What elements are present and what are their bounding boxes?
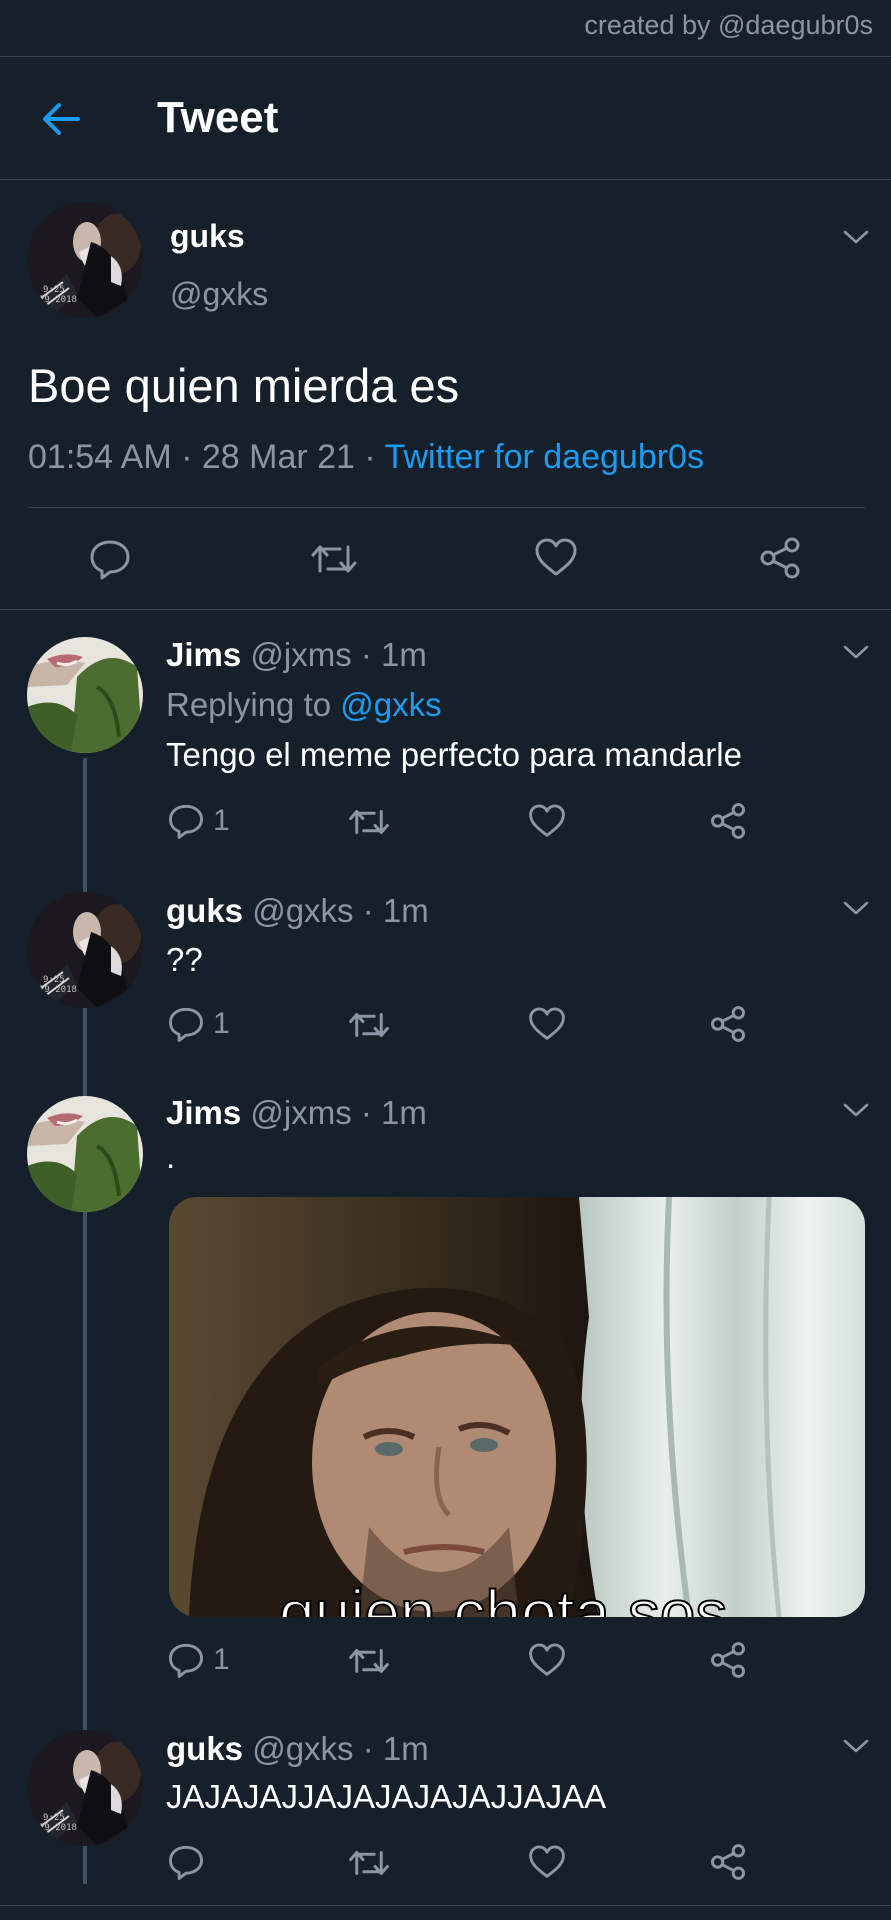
watermark: created by @daegubr0s (584, 10, 873, 40)
tweet-text: . (166, 1138, 176, 1175)
avatar-stamp: 29 2018 (39, 295, 77, 305)
tweet-meta: 01:54 AM · 28 Mar 21 · Twitter for daegu… (28, 438, 704, 477)
reply-icon (168, 1007, 204, 1042)
meme-caption: quien chota sos (279, 1577, 727, 1617)
reply-header: guks @gxks · 1m (166, 892, 429, 930)
retweet-icon[interactable] (348, 1645, 390, 1677)
tweet-source-link[interactable]: Twitter for daegubr0s (385, 438, 704, 476)
reply-header: Jims @jxms · 1m (166, 636, 427, 674)
reply-header: Jims @jxms · 1m (166, 1094, 427, 1132)
avatar[interactable] (27, 1096, 143, 1212)
page-title: Tweet (157, 93, 279, 142)
tweet-text: ?? (166, 941, 203, 978)
reply-count: 1 (213, 1007, 230, 1040)
meta-separator: · (171, 438, 202, 476)
retweet-icon[interactable] (348, 806, 390, 838)
author-name[interactable]: guks (166, 892, 243, 929)
author-handle[interactable]: @gxks (252, 1730, 353, 1767)
meta-separator: · (353, 1730, 383, 1767)
reply-icon (168, 1643, 204, 1678)
author-name[interactable]: guks (166, 1730, 243, 1767)
reply-count: 1 (213, 804, 230, 837)
tweet-age: 1m (381, 636, 427, 673)
author-handle[interactable]: @jxms (250, 1094, 351, 1131)
author-name[interactable]: guks (170, 218, 245, 255)
avatar[interactable]: 9:25 29 2018 (27, 892, 143, 1008)
replying-to-label: Replying to (166, 686, 341, 723)
divider (0, 1905, 891, 1906)
share-icon[interactable] (709, 802, 747, 840)
share-icon[interactable] (709, 1843, 747, 1881)
replying-to: Replying to @gxks (166, 686, 442, 724)
avatar[interactable] (27, 637, 143, 753)
reply-icon[interactable] (167, 1843, 205, 1881)
share-icon[interactable] (709, 1641, 747, 1679)
reply-header: guks @gxks · 1m (166, 1730, 429, 1768)
author-handle[interactable]: @jxms (250, 636, 351, 673)
author-handle[interactable]: @gxks (252, 892, 353, 929)
divider (0, 56, 891, 57)
arrow-left-icon[interactable] (40, 98, 82, 140)
avatar-stamp: 29 2018 (39, 1823, 77, 1833)
avatar-stamp: 29 2018 (39, 985, 77, 995)
chevron-down-icon[interactable] (842, 899, 870, 917)
tweet-text: JAJAJAJJAJAJAJAJAJJAJAA (166, 1778, 607, 1815)
retweet-icon[interactable] (348, 1847, 390, 1879)
mention-link[interactable]: @gxks (340, 686, 441, 723)
tweet-age: 1m (381, 1094, 427, 1131)
reply-button[interactable]: 1 (167, 802, 230, 840)
meta-separator: · (351, 636, 382, 673)
avatar-stamp: 9:25 (43, 285, 65, 295)
reply-button[interactable]: 1 (167, 1641, 230, 1679)
divider (28, 507, 865, 508)
chevron-down-icon[interactable] (842, 228, 870, 246)
author-name[interactable]: Jims (166, 1094, 241, 1131)
meta-separator: · (353, 892, 383, 929)
avatar-stamp: 9:25 (43, 1813, 65, 1823)
reply-button[interactable]: 1 (167, 1005, 230, 1043)
tweet-text: Tengo el meme perfecto para mandarle (166, 736, 742, 773)
retweet-icon[interactable] (310, 541, 358, 577)
divider (0, 179, 891, 180)
heart-icon[interactable] (528, 804, 566, 839)
chevron-down-icon[interactable] (842, 1737, 870, 1755)
share-icon[interactable] (758, 536, 802, 580)
divider (0, 609, 891, 610)
tweet-age: 1m (382, 1730, 429, 1767)
author-name[interactable]: Jims (166, 636, 241, 673)
retweet-icon[interactable] (348, 1009, 390, 1041)
heart-icon[interactable] (528, 1007, 566, 1042)
avatar[interactable]: 9:25 29 2018 (27, 1730, 143, 1846)
meta-separator: · (354, 438, 385, 476)
heart-icon[interactable] (534, 538, 578, 578)
heart-icon[interactable] (528, 1845, 566, 1880)
tweet-age: 1m (382, 892, 429, 929)
reply-icon[interactable] (88, 538, 132, 580)
heart-icon[interactable] (528, 1643, 566, 1678)
tweet-text: Boe quien mierda es (28, 359, 460, 412)
author-handle[interactable]: @gxks (170, 276, 268, 313)
avatar-stamp: 9:25 (43, 975, 65, 985)
tweet-time: 01:54 AM (28, 438, 172, 476)
share-icon[interactable] (709, 1005, 747, 1043)
tweet-date: 28 Mar 21 (201, 438, 355, 476)
reply-count: 1 (213, 1643, 230, 1676)
meta-separator: · (351, 1094, 382, 1131)
avatar[interactable]: 9:25 29 2018 (27, 202, 143, 318)
tweet-media-image[interactable]: quien chota sos (169, 1197, 865, 1617)
reply-icon (168, 804, 204, 839)
chevron-down-icon[interactable] (842, 1101, 870, 1119)
chevron-down-icon[interactable] (842, 643, 870, 661)
